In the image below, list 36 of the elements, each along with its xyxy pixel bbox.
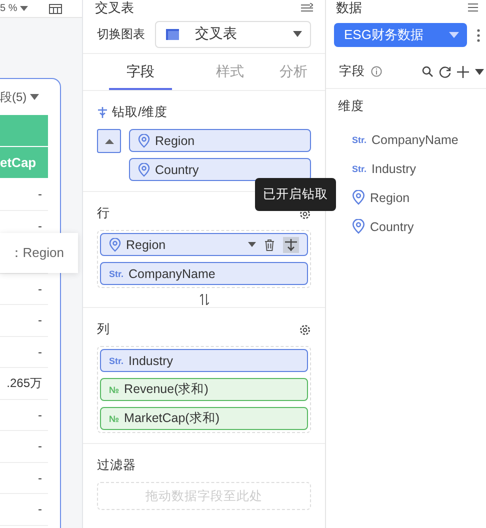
switch-chart-label: 切换图表 [97,26,145,42]
field-chip[interactable]: Region [129,129,311,152]
field-chip[interactable]: Str. CompanyName [100,262,308,285]
table-cell: - [38,218,42,233]
section-title: 钻取/维度 [112,104,168,121]
field-chip[interactable]: № MarketCap(求和) [100,407,308,430]
field-item[interactable]: Str. CompanyName [326,125,486,154]
table-cell: .265万 [6,374,42,392]
panel-title: 数据 [336,0,362,15]
section-title: 过滤器 [97,457,136,474]
table-cell: - [38,408,42,422]
table-cell: - [38,187,42,202]
field-count-label[interactable]: 段(5) [0,88,27,106]
field-chip[interactable]: Country [129,158,311,181]
table-cell: - [38,282,42,296]
tooltip: ：Region [0,233,78,273]
group-title: 维度 [337,98,365,115]
field-chip[interactable]: № Revenue(求和) [100,378,308,401]
table-cell: - [38,344,42,359]
field-chip[interactable]: Str. Industry [100,349,308,372]
table-cell: - [38,439,42,454]
field-chip[interactable]: Region [100,233,308,256]
table-header-cell: etCap [0,147,48,179]
table-cell: - [38,313,42,328]
dataset-select[interactable]: ESG财务数据 [334,23,467,47]
table-cell: - [38,502,42,516]
section-title: 列 [97,321,110,338]
panel-title: 交叉表 [95,0,134,15]
tab[interactable]: 字段 [109,54,172,90]
field-item[interactable]: Country [326,212,486,241]
fields-label: 字段 [339,63,365,80]
table-cell: - [38,470,42,485]
chart-type-select[interactable]: 交叉表 [155,20,311,48]
section-title: 行 [97,205,110,222]
zoom-level[interactable]: 5 % [0,4,18,14]
tooltip: 已开启钻取 [255,178,336,211]
